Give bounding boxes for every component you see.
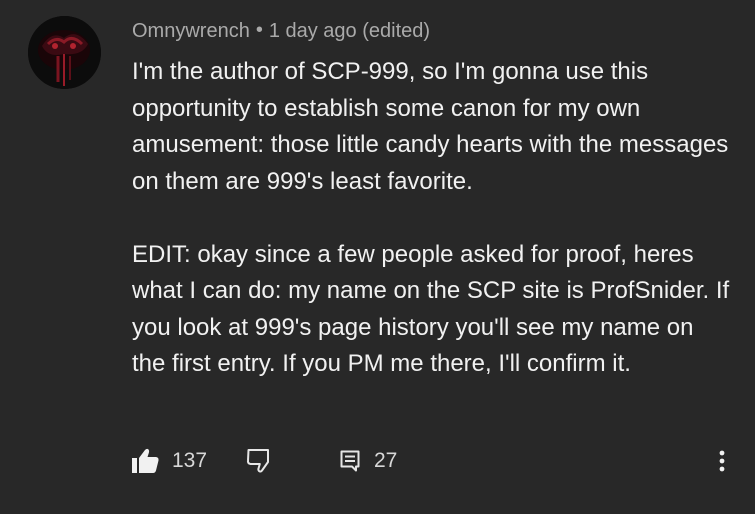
reply-count: 27	[374, 449, 398, 472]
comment-paragraph: EDIT: okay since a few people asked for …	[132, 240, 736, 378]
comment-timestamp[interactable]: 1 day ago (edited)	[269, 20, 430, 42]
comment-actions: 137 27	[132, 446, 732, 476]
comment-card: Omnywrench • 1 day ago (edited) I'm the au…	[0, 0, 755, 514]
author-name[interactable]: Omnywrench	[132, 20, 250, 42]
comment-icon	[340, 450, 360, 472]
like-count: 137	[172, 449, 208, 472]
more-vertical-icon	[719, 450, 725, 472]
comment-paragraph: I'm the author of SCP-999, so I'm gonna …	[132, 58, 735, 195]
more-options-button[interactable]	[712, 446, 732, 476]
thumbs-up-icon	[132, 448, 159, 473]
header-separator: •	[255, 19, 263, 41]
avatar[interactable]	[28, 16, 101, 89]
comment-body: I'm the author of SCP-999, so I'm gonna …	[132, 54, 732, 383]
like-button[interactable]: 137	[132, 446, 207, 476]
avatar-image	[28, 16, 101, 89]
reply-button[interactable]: 27	[340, 446, 397, 476]
thumbs-down-icon	[246, 449, 269, 473]
comment-header: Omnywrench • 1 day ago (edited)	[132, 18, 430, 44]
dislike-button[interactable]	[246, 446, 274, 476]
